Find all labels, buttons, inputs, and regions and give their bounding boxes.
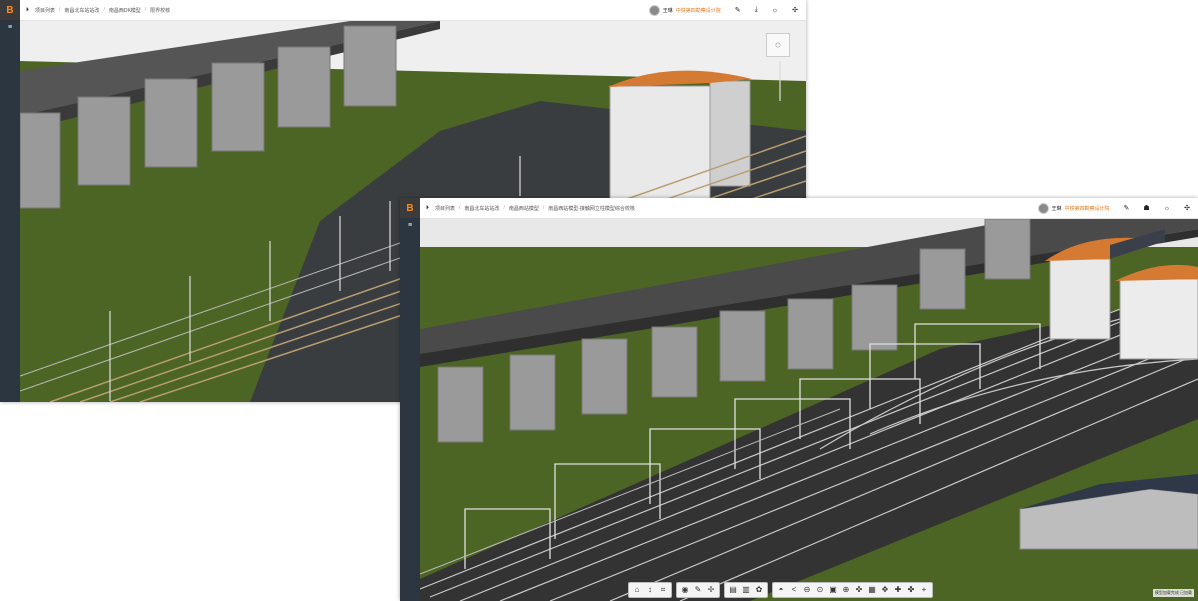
user-icon[interactable]: ☗ — [1143, 204, 1149, 212]
clash-icon[interactable]: ✥ — [879, 584, 891, 596]
render-settings-icon[interactable]: ✿ — [753, 584, 765, 596]
toolbar-group-tools: ◓ < ⊖ ⊙ ▣ ⊕ ✜ ▦ ✥ ✚ ✤ + — [772, 582, 933, 598]
settings-icon[interactable]: ✣ — [792, 6, 798, 14]
view-icon[interactable]: ◓ — [775, 584, 787, 596]
sidebar: ≡ — [0, 20, 20, 402]
user-name: 王琳 — [1051, 205, 1062, 212]
breadcrumb-separator: / — [103, 7, 105, 13]
box-select-icon[interactable]: ▣ — [827, 584, 839, 596]
bulb-icon[interactable]: ☼ — [1164, 205, 1170, 212]
breadcrumb-item[interactable]: 南昌西DK模型 — [109, 7, 141, 14]
status-badge: 模型加载完成 已加载 — [1152, 589, 1194, 597]
pin-icon[interactable]: ✎ — [1124, 204, 1130, 212]
breadcrumb-separator: / — [59, 7, 61, 13]
home-view-icon[interactable]: ⌂ — [631, 584, 643, 596]
user-name: 王琳 — [662, 7, 673, 14]
viewer-window-2: B ⏵ 项目列表 / 南昌北车站站改 / 南昌西站模型 / 南昌西站模型-接触网… — [400, 198, 1198, 601]
share-icon[interactable]: < — [788, 584, 800, 596]
breadcrumb-item[interactable]: 南昌北车站站改 — [64, 7, 99, 14]
bulb-icon[interactable]: ☼ — [772, 7, 778, 14]
top-right-controls: 王琳 中铁第四勘察设计院 ✎ ☗ ☼ ✣ — [1037, 202, 1198, 214]
toolbar-group-model: ▤ ▥ ✿ — [724, 582, 768, 598]
grid-icon[interactable]: ▦ — [866, 584, 878, 596]
breadcrumb-separator: / — [542, 205, 545, 211]
zoom-icon[interactable]: ⊕ — [840, 584, 852, 596]
sidebar: ≡ — [400, 218, 420, 601]
project-name: 中铁第四勘察设计院 — [675, 7, 721, 14]
view-cube[interactable]: ⬡ — [766, 33, 790, 57]
settings-icon[interactable]: ✣ — [1184, 204, 1190, 212]
project-name: 中铁第四勘察设计院 — [1064, 205, 1110, 212]
breadcrumb-item[interactable]: 南昌西站模型-接触网立柱模型综合校核 — [548, 205, 635, 212]
avatar — [1037, 202, 1049, 214]
top-bar: B ⏵ 项目列表 / 南昌北车站站改 / 南昌西DK模型 / 限界校核 王琳 中… — [0, 0, 806, 21]
collapse-icon[interactable]: ⏵ — [426, 205, 429, 212]
breadcrumb-item[interactable]: 限界校核 — [150, 7, 170, 14]
isolate-icon[interactable]: ⊙ — [814, 584, 826, 596]
properties-icon[interactable]: ▥ — [740, 584, 752, 596]
measure-icon[interactable]: ✤ — [905, 584, 917, 596]
breadcrumb-item[interactable]: 项目列表 — [435, 205, 455, 212]
toolbar-group-navigation: ⌂ ↕ ⌗ — [628, 582, 672, 598]
pin-icon[interactable]: ✎ — [735, 6, 741, 14]
annotate-icon[interactable]: ✚ — [892, 584, 904, 596]
railway-scene — [420, 219, 1198, 601]
app-logo[interactable]: B — [0, 0, 20, 20]
top-bar: B ⏵ 项目列表 / 南昌北车站站改 / 南昌西站模型 / 南昌西站模型-接触网… — [400, 198, 1198, 219]
move-icon[interactable]: ✜ — [853, 584, 865, 596]
breadcrumb: ⏵ 项目列表 / 南昌北车站站改 / 南昌西站模型 / 南昌西站模型-接触网立柱… — [426, 205, 635, 212]
menu-icon[interactable]: ≡ — [400, 222, 420, 229]
app-logo[interactable]: B — [400, 198, 420, 218]
camera-icon[interactable]: ◉ — [679, 584, 691, 596]
3d-viewport[interactable]: ⌂ ↕ ⌗ ◉ ✎ ✢ ▤ ▥ ✿ ◓ < ⊖ ⊙ ▣ ⊕ ✜ ▦ ✥ ✚ ✤ … — [420, 219, 1198, 601]
top-right-controls: 王琳 中铁第四勘察设计院 ✎ ⤓ ☼ ✣ — [648, 4, 806, 16]
breadcrumb-item[interactable]: 项目列表 — [35, 7, 55, 14]
viewer-toolbar: ⌂ ↕ ⌗ ◉ ✎ ✢ ▤ ▥ ✿ ◓ < ⊖ ⊙ ▣ ⊕ ✜ ▦ ✥ ✚ ✤ … — [628, 582, 933, 598]
section-icon[interactable]: ⌗ — [657, 584, 669, 596]
download-icon[interactable]: ⤓ — [755, 6, 758, 14]
walk-icon[interactable]: ↕ — [644, 584, 656, 596]
breadcrumb-separator: / — [503, 205, 505, 211]
breadcrumb-item[interactable]: 南昌西站模型 — [509, 205, 539, 212]
menu-icon[interactable]: ≡ — [0, 24, 20, 31]
breadcrumb-separator: / — [459, 205, 461, 211]
breadcrumb: ⏵ 项目列表 / 南昌北车站站改 / 南昌西DK模型 / 限界校核 — [26, 7, 170, 14]
add-icon[interactable]: + — [918, 584, 930, 596]
toolbar-group-measure: ◉ ✎ ✢ — [676, 582, 720, 598]
model-tree-icon[interactable]: ▤ — [727, 584, 739, 596]
avatar — [648, 4, 660, 16]
user-menu[interactable]: 王琳 中铁第四勘察设计院 — [1037, 202, 1110, 214]
explode-icon[interactable]: ✢ — [705, 584, 717, 596]
collapse-icon[interactable]: ⏵ — [26, 7, 29, 14]
breadcrumb-item[interactable]: 南昌北车站站改 — [464, 205, 499, 212]
breadcrumb-separator: / — [144, 7, 147, 13]
pen-icon[interactable]: ✎ — [692, 584, 704, 596]
user-menu[interactable]: 王琳 中铁第四勘察设计院 — [648, 4, 721, 16]
hide-icon[interactable]: ⊖ — [801, 584, 813, 596]
